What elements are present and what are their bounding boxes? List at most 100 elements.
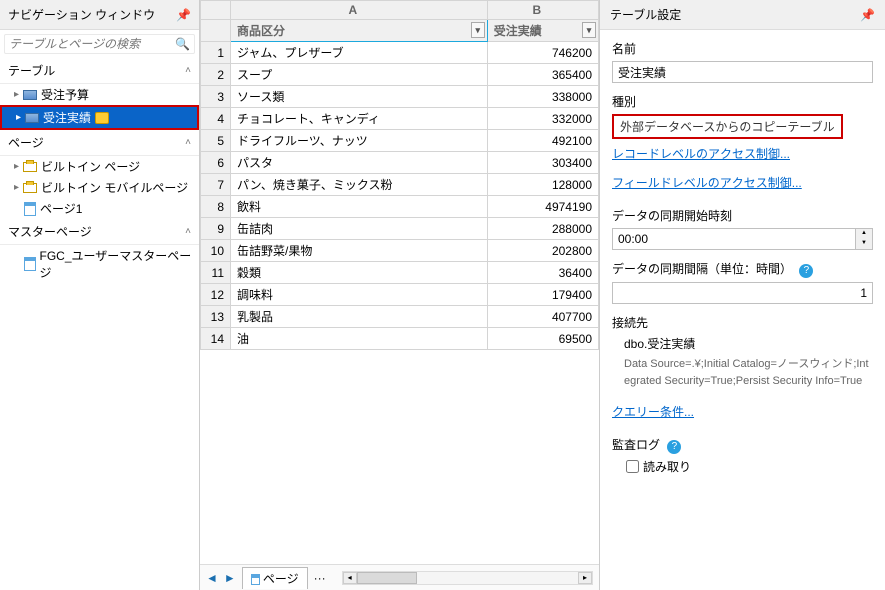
sync-interval-input[interactable] — [612, 282, 873, 304]
table-row[interactable]: 8飲料4974190 — [201, 196, 599, 218]
sync-start-input[interactable] — [612, 228, 856, 250]
row-number[interactable]: 6 — [201, 152, 231, 174]
chevron-right-icon[interactable]: ▸ — [14, 182, 19, 193]
table-row[interactable]: 6パスタ303400 — [201, 152, 599, 174]
cell-category[interactable]: 調味料 — [231, 284, 488, 306]
col-header-b-letter[interactable]: B — [487, 1, 598, 20]
chevron-up-icon[interactable]: ˄ — [185, 65, 191, 76]
search-input[interactable] — [9, 37, 175, 51]
table-row[interactable]: 11穀類36400 — [201, 262, 599, 284]
table-row[interactable]: 1ジャム、プレザーブ746200 — [201, 42, 599, 64]
cell-category[interactable]: 缶詰野菜/果物 — [231, 240, 488, 262]
grid-wrap[interactable]: A B 商品区分 ▾ 受注実績 ▾ 1ジャム、プレザーブ7462002スープ36… — [200, 0, 599, 564]
table-row[interactable]: 2スープ365400 — [201, 64, 599, 86]
horizontal-scrollbar[interactable]: ◂ ▸ — [342, 571, 593, 585]
cell-category[interactable]: 飲料 — [231, 196, 488, 218]
row-number[interactable]: 3 — [201, 86, 231, 108]
chevron-right-icon[interactable]: ▸ — [16, 112, 21, 123]
dropdown-icon[interactable]: ▾ — [471, 22, 485, 38]
tree-item-budget[interactable]: ▸ 受注予算 — [0, 84, 199, 105]
table-row[interactable]: 10缶詰野菜/果物202800 — [201, 240, 599, 262]
cell-category[interactable]: スープ — [231, 64, 488, 86]
cell-category[interactable]: チョコレート、キャンディ — [231, 108, 488, 130]
col-header-a-letter[interactable]: A — [231, 1, 488, 20]
audit-read-input[interactable] — [626, 460, 639, 473]
row-number[interactable]: 4 — [201, 108, 231, 130]
scroll-thumb[interactable] — [357, 572, 417, 584]
row-number[interactable]: 2 — [201, 64, 231, 86]
table-row[interactable]: 7パン、焼き菓子、ミックス粉128000 — [201, 174, 599, 196]
cell-value[interactable]: 202800 — [487, 240, 598, 262]
cell-value[interactable]: 179400 — [487, 284, 598, 306]
cell-value[interactable]: 365400 — [487, 64, 598, 86]
pin-icon[interactable]: 📌 — [860, 8, 875, 22]
cell-category[interactable]: 油 — [231, 328, 488, 350]
chevron-up-icon[interactable]: ˄ — [185, 226, 191, 237]
audit-read-checkbox[interactable]: 読み取り — [626, 458, 873, 475]
table-row[interactable]: 4チョコレート、キャンディ332000 — [201, 108, 599, 130]
cell-category[interactable]: ソース類 — [231, 86, 488, 108]
tree-item-builtin-pages[interactable]: ▸ ビルトイン ページ — [0, 156, 199, 177]
name-input[interactable] — [612, 61, 873, 83]
section-tables[interactable]: テーブル ˄ — [0, 58, 199, 84]
table-row[interactable]: 9缶詰肉288000 — [201, 218, 599, 240]
row-number[interactable]: 13 — [201, 306, 231, 328]
row-number[interactable]: 8 — [201, 196, 231, 218]
cell-value[interactable]: 128000 — [487, 174, 598, 196]
help-icon[interactable]: ? — [667, 440, 681, 454]
sheet-tab[interactable]: ページ — [242, 567, 308, 589]
row-number[interactable]: 9 — [201, 218, 231, 240]
section-pages[interactable]: ページ ˄ — [0, 130, 199, 156]
scroll-right-icon[interactable]: ▸ — [578, 572, 592, 584]
search-icon[interactable]: 🔍 — [175, 37, 190, 51]
cell-value[interactable]: 303400 — [487, 152, 598, 174]
cell-value[interactable]: 407700 — [487, 306, 598, 328]
cell-value[interactable]: 69500 — [487, 328, 598, 350]
cell-value[interactable]: 746200 — [487, 42, 598, 64]
tree-item-master[interactable]: FGC_ユーザーマスターページ — [0, 245, 199, 283]
cell-category[interactable]: ジャム、プレザーブ — [231, 42, 488, 64]
cell-category[interactable]: 乳製品 — [231, 306, 488, 328]
table-row[interactable]: 13乳製品407700 — [201, 306, 599, 328]
cell-value[interactable]: 36400 — [487, 262, 598, 284]
row-number[interactable]: 14 — [201, 328, 231, 350]
tree-item-page1[interactable]: ページ1 — [0, 198, 199, 219]
cell-category[interactable]: 穀類 — [231, 262, 488, 284]
data-grid[interactable]: A B 商品区分 ▾ 受注実績 ▾ 1ジャム、プレザーブ7462002スープ36… — [200, 0, 599, 350]
cell-category[interactable]: 缶詰肉 — [231, 218, 488, 240]
grid-corner[interactable] — [201, 1, 231, 20]
col-header-a[interactable]: 商品区分 ▾ — [231, 20, 488, 42]
cell-category[interactable]: パン、焼き菓子、ミックス粉 — [231, 174, 488, 196]
cell-value[interactable]: 288000 — [487, 218, 598, 240]
table-row[interactable]: 3ソース類338000 — [201, 86, 599, 108]
row-header-blank[interactable] — [201, 20, 231, 42]
row-number[interactable]: 10 — [201, 240, 231, 262]
cell-category[interactable]: ドライフルーツ、ナッツ — [231, 130, 488, 152]
spinner-buttons[interactable]: ▲▼ — [856, 228, 873, 250]
table-row[interactable]: 5ドライフルーツ、ナッツ492100 — [201, 130, 599, 152]
chevron-right-icon[interactable]: ▸ — [14, 161, 19, 172]
tree-item-builtin-mobile[interactable]: ▸ ビルトイン モバイルページ — [0, 177, 199, 198]
pin-icon[interactable]: 📌 — [176, 8, 191, 22]
spin-up-icon[interactable]: ▲ — [856, 229, 872, 239]
chevron-up-icon[interactable]: ˄ — [185, 137, 191, 148]
sync-start-field[interactable]: ▲▼ — [612, 228, 873, 250]
tab-prev-icon[interactable]: ◄ — [206, 571, 218, 585]
cell-value[interactable]: 4974190 — [487, 196, 598, 218]
chevron-right-icon[interactable]: ▸ — [14, 89, 19, 100]
cell-value[interactable]: 332000 — [487, 108, 598, 130]
spin-down-icon[interactable]: ▼ — [856, 239, 872, 249]
cell-value[interactable]: 338000 — [487, 86, 598, 108]
col-header-b[interactable]: 受注実績 ▾ — [487, 20, 598, 42]
tab-overflow-icon[interactable]: ··· — [314, 571, 326, 585]
cell-category[interactable]: パスタ — [231, 152, 488, 174]
field-access-link[interactable]: フィールドレベルのアクセス制御... — [612, 174, 802, 191]
row-number[interactable]: 1 — [201, 42, 231, 64]
section-master[interactable]: マスターページ ˄ — [0, 219, 199, 245]
row-number[interactable]: 5 — [201, 130, 231, 152]
help-icon[interactable]: ? — [799, 264, 813, 278]
dropdown-icon[interactable]: ▾ — [582, 22, 596, 38]
record-access-link[interactable]: レコードレベルのアクセス制御... — [612, 145, 790, 162]
table-row[interactable]: 14油69500 — [201, 328, 599, 350]
tab-next-icon[interactable]: ► — [224, 571, 236, 585]
